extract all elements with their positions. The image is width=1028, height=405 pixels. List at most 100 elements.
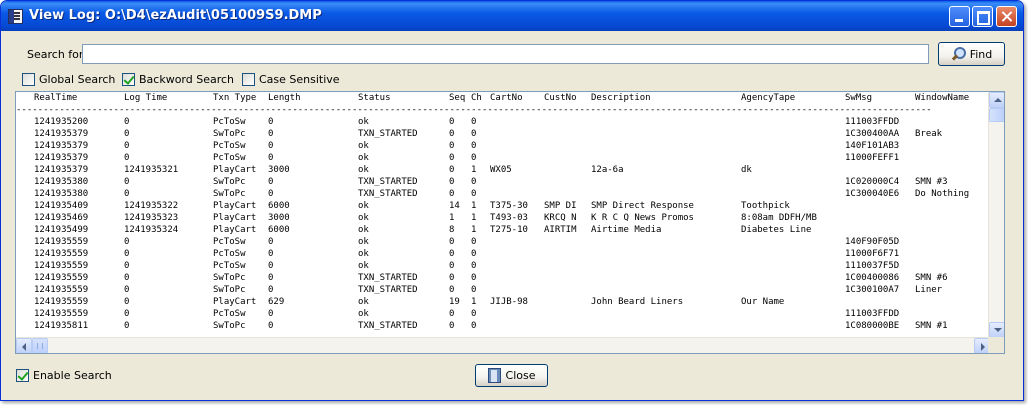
vertical-scroll-thumb[interactable] <box>989 108 1004 122</box>
column-header[interactable]: RealTime <box>34 92 122 104</box>
log-cell: 1241935379 <box>34 165 89 175</box>
log-row[interactable]: 1241935559 0 PcToSw 0 ok 0 0 140F90F05D <box>16 236 990 248</box>
find-button[interactable]: Find <box>938 42 1005 66</box>
log-cell: 1C300040E6 <box>845 189 900 199</box>
log-cell: John Beard Liners <box>591 297 684 307</box>
log-row[interactable]: 1241935559 0 PlayCart 629 ok 19 1 JIJB-98 John B… <box>16 296 990 308</box>
log-cell: 0 <box>471 153 477 163</box>
minimize-button[interactable] <box>949 6 970 27</box>
log-row[interactable]: 1241935559 0 PcToSw 0 ok 0 0 1110037F5D <box>16 260 990 272</box>
log-cell: Toothpick <box>741 201 790 211</box>
log-row[interactable]: 1241935409 1241935322 PlayCart 6000 ok 14 1 T37… <box>16 200 990 212</box>
backword-search-label: Backword Search <box>139 73 235 86</box>
column-header[interactable]: WindowName <box>915 92 990 104</box>
log-row[interactable]: 1241935379 0 PcToSw 0 ok 0 0 11000FEFF1 <box>16 152 990 164</box>
enable-search-check-box[interactable] <box>16 369 29 382</box>
log-cell: 1 <box>449 213 455 223</box>
maximize-button[interactable] <box>972 6 993 27</box>
column-header[interactable]: CustNo <box>544 92 590 104</box>
log-cell: 0 <box>449 261 455 271</box>
column-header[interactable]: Ch <box>471 92 489 104</box>
close-window-button[interactable] <box>996 6 1017 27</box>
log-row[interactable]: 1241935379 0 PcToSw 0 ok 0 0 140F101AB3 <box>16 140 990 152</box>
column-header[interactable]: Status <box>358 92 448 104</box>
enable-search-checkbox[interactable]: Enable Search <box>16 369 112 382</box>
vertical-scrollbar[interactable] <box>988 92 1004 338</box>
case-sensitive-label: Case Sensitive <box>259 73 340 86</box>
log-row[interactable]: 1241935559 0 SwToPc 0 TXN_STARTED 0 0 1C300100A… <box>16 284 990 296</box>
log-cell: JIJB-98 <box>490 297 528 307</box>
log-row[interactable]: 1241935559 0 PcToSw 0 ok 0 0 11000F6F71 <box>16 248 990 260</box>
log-list[interactable]: RealTime Log Time Txn Type Length Status Seq C… <box>15 91 1005 354</box>
log-cell: SMN #3 <box>915 177 948 187</box>
horizontal-scroll-thumb[interactable] <box>32 338 48 353</box>
log-row[interactable]: 1241935379 0 SwToPc 0 TXN_STARTED 0 0 1C300400A… <box>16 128 990 140</box>
log-cell: 0 <box>268 177 274 187</box>
log-cell: 0 <box>124 297 130 307</box>
close-button[interactable]: Close <box>475 364 548 387</box>
log-cell: 1241935559 <box>34 249 89 259</box>
scroll-left-button[interactable] <box>16 338 32 353</box>
log-cell: 1241935322 <box>124 201 179 211</box>
backword-search-checkbox[interactable]: Backword Search <box>122 73 234 86</box>
log-cell: PlayCart <box>213 213 257 223</box>
log-cell: ok <box>358 225 369 235</box>
log-cell: WX05 <box>490 165 512 175</box>
log-cell: AIRTIM <box>544 225 577 235</box>
scroll-up-button[interactable] <box>989 92 1004 108</box>
column-header[interactable]: Txn Type <box>213 92 267 104</box>
log-cell: SMP DI <box>544 201 577 211</box>
header-divider: ----------------------------------------… <box>16 105 932 115</box>
case-sensitive-check-box[interactable] <box>242 73 255 86</box>
enable-search-label: Enable Search <box>33 369 112 382</box>
column-header[interactable]: AgencyTape <box>741 92 843 104</box>
log-cell: 8 <box>449 225 455 235</box>
global-search-checkbox[interactable]: Global Search <box>22 73 115 86</box>
case-sensitive-checkbox[interactable]: Case Sensitive <box>242 73 340 86</box>
log-row[interactable]: 1241935200 0 PcToSw 0 ok 0 0 111003FFDD <box>16 116 990 128</box>
log-cell: SwToPc <box>213 177 246 187</box>
log-cell: 111003FFDD <box>845 117 900 127</box>
log-cell: 0 <box>471 177 477 187</box>
log-row[interactable]: 1241935380 0 SwToPc 0 TXN_STARTED 0 0 1C300040E… <box>16 188 990 200</box>
log-cell: 0 <box>449 153 455 163</box>
log-cell: ok <box>358 153 369 163</box>
log-cell: 0 <box>471 273 477 283</box>
log-cell: PlayCart <box>213 165 257 175</box>
log-row[interactable]: 1241935469 1241935323 PlayCart 3000 ok 1 1 T493… <box>16 212 990 224</box>
log-cell: 0 <box>449 249 455 259</box>
log-cell: 1 <box>471 213 477 223</box>
log-cell: 0 <box>471 249 477 259</box>
log-cell: TXN_STARTED <box>358 177 418 187</box>
log-row[interactable]: 1241935811 0 SwToPc 0 TXN_STARTED 0 0 1C080000B… <box>16 320 990 332</box>
log-cell: 1 <box>471 201 477 211</box>
scroll-down-button[interactable] <box>989 322 1004 338</box>
backword-search-check-box[interactable] <box>122 73 135 86</box>
log-row[interactable]: 1241935559 0 SwToPc 0 TXN_STARTED 0 0 1C0040008… <box>16 272 990 284</box>
column-header[interactable]: Length <box>268 92 356 104</box>
column-header[interactable]: CartNo <box>490 92 542 104</box>
log-row[interactable]: 1241935559 0 PcToSw 0 ok 0 0 111003FFDD <box>16 308 990 320</box>
log-cell: ok <box>358 297 369 307</box>
column-header[interactable]: SwMsg <box>845 92 913 104</box>
log-row[interactable]: 1241935499 1241935324 PlayCart 6000 ok 8 1 T275… <box>16 224 990 236</box>
log-cell: ok <box>358 249 369 259</box>
log-row[interactable]: 1241935380 0 SwToPc 0 TXN_STARTED 0 0 1C020000C… <box>16 176 990 188</box>
log-cell: PlayCart <box>213 297 257 307</box>
log-cell: 1241935379 <box>34 129 89 139</box>
title-bar[interactable]: View Log: O:\D4\ezAudit\051009S9.DMP <box>1 1 1023 31</box>
log-cell: 0 <box>471 141 477 151</box>
search-input[interactable] <box>82 44 929 64</box>
log-cell: 0 <box>268 261 274 271</box>
log-cell: 1C00400086 <box>845 273 900 283</box>
column-header[interactable]: Description <box>591 92 739 104</box>
log-cell: 3000 <box>268 165 290 175</box>
column-header[interactable]: Seq <box>449 92 469 104</box>
log-cell: PcToSw <box>213 261 246 271</box>
log-row[interactable]: 1241935379 1241935321 PlayCart 3000 ok 0 1 WX05… <box>16 164 990 176</box>
horizontal-scrollbar[interactable] <box>16 337 990 353</box>
global-search-check-box[interactable] <box>22 73 35 86</box>
log-cell: 0 <box>124 261 130 271</box>
column-header[interactable]: Log Time <box>124 92 210 104</box>
log-cell: 1241935379 <box>34 141 89 151</box>
